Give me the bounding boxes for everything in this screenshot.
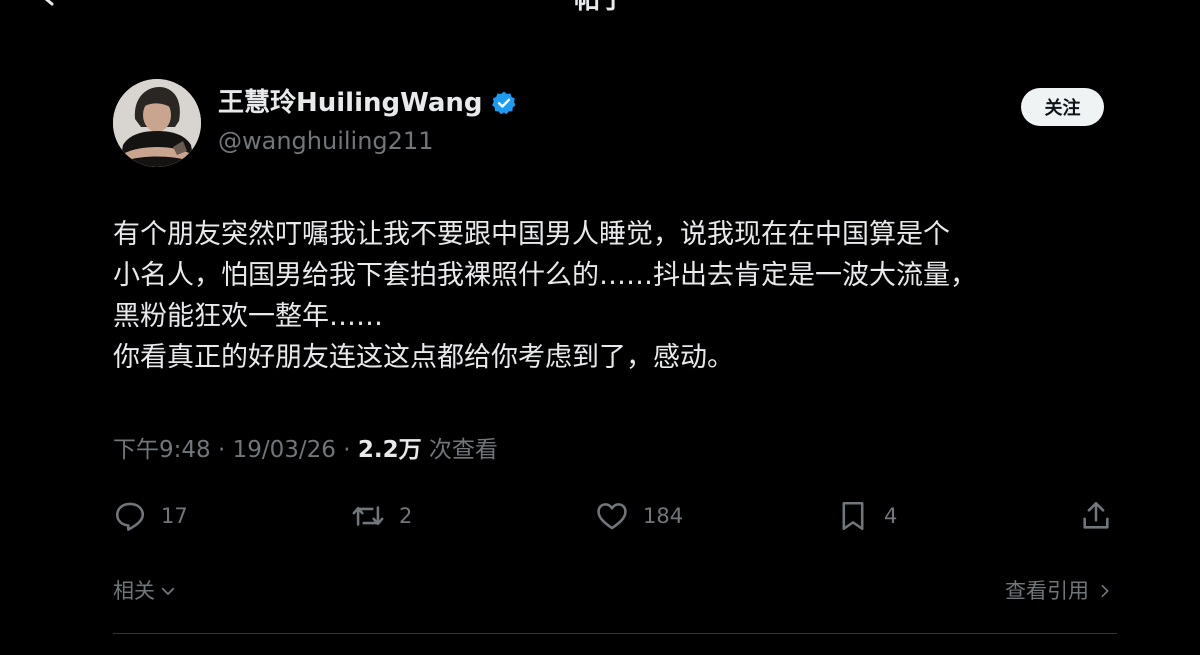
author-display-name[interactable]: 王慧玲HuilingWang [218, 86, 483, 120]
tweet-line: 小名人，怕国男给我下套拍我裸照什么的……抖出去肯定是一波大流量， [113, 260, 977, 291]
follow-button[interactable]: 关注 [1021, 88, 1104, 126]
tweet-time[interactable]: 下午9:48 [113, 437, 211, 463]
repost-icon [352, 506, 384, 526]
tweet-date[interactable]: 19/03/26 [233, 437, 336, 463]
page-title: 帖子 [573, 0, 626, 15]
avatar[interactable] [113, 79, 201, 167]
related-label: 相关 [113, 579, 155, 603]
bookmark-icon [842, 501, 864, 531]
tweet-line: 黑粉能狂欢一整年…… [113, 301, 383, 332]
divider [113, 633, 1117, 634]
action-bar: 17 2 184 4 [113, 496, 1113, 536]
author-handle[interactable]: @wanghuiling211 [218, 125, 433, 157]
author-name-row[interactable]: 王慧玲HuilingWang [218, 86, 517, 120]
bookmark-button[interactable]: 4 [836, 496, 897, 536]
repost-count: 2 [399, 504, 413, 528]
verified-badge-icon [491, 91, 516, 115]
tweet-footer: 相关 查看引用 [113, 574, 1113, 608]
meta-separator: · [210, 437, 233, 463]
reply-icon [115, 502, 145, 531]
view-count: 2.2万 [357, 437, 422, 463]
tweet-line: 你看真正的好朋友连这这点都给你考虑到了，感动。 [113, 342, 734, 373]
like-button[interactable]: 184 [595, 496, 683, 536]
more-options-icon[interactable] [1140, 0, 1176, 10]
like-count: 184 [643, 504, 684, 528]
view-quotes-label: 查看引用 [1005, 579, 1089, 603]
chevron-right-icon [1101, 584, 1109, 598]
meta-separator: · [335, 437, 358, 463]
view-count-label: 次查看 [421, 437, 498, 463]
avatar-image [113, 79, 201, 167]
tweet-body: 有个朋友突然叮嘱我让我不要跟中国男人睡觉，说我现在在中国算是个 小名人，怕国男给… [113, 214, 1103, 378]
tweet-line: 有个朋友突然叮嘱我让我不要跟中国男人睡觉，说我现在在中国算是个 [113, 219, 950, 250]
view-quotes-link[interactable]: 查看引用 [1005, 574, 1113, 608]
heart-icon [597, 503, 627, 530]
related-dropdown[interactable]: 相关 [113, 574, 177, 608]
top-bar: 帖子 [0, 0, 1200, 18]
tweet-meta: 下午9:48 · 19/03/26 · 2.2万 次查看 [113, 432, 498, 468]
reply-button[interactable]: 17 [113, 496, 188, 536]
share-button[interactable] [1079, 496, 1113, 536]
repost-button[interactable]: 2 [351, 496, 412, 536]
share-icon [1083, 501, 1109, 529]
reply-count: 17 [161, 504, 188, 528]
bookmark-count: 4 [884, 504, 898, 528]
chevron-down-icon [161, 587, 175, 595]
